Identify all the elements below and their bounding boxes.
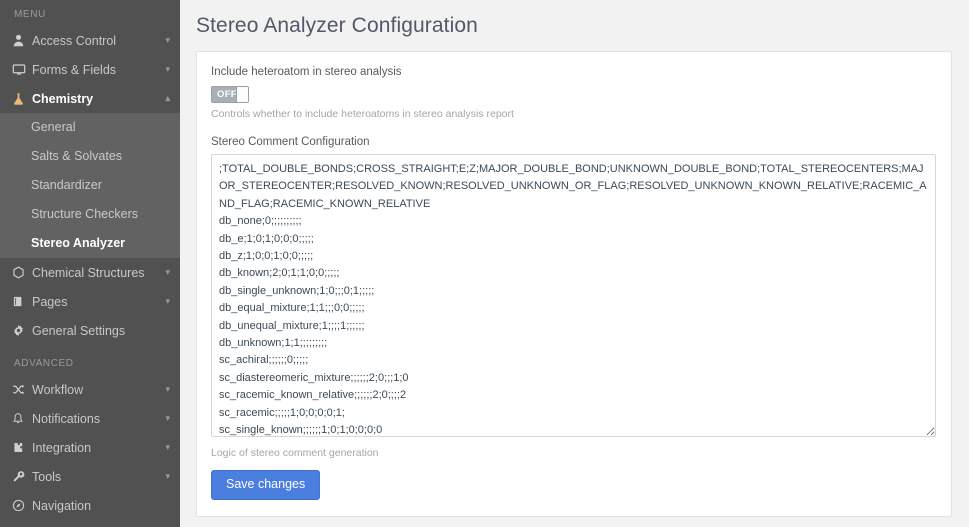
sidebar-item-label: Access Control — [32, 34, 160, 48]
gear-icon — [12, 324, 32, 337]
stereo-comment-textarea-wrapper — [211, 154, 937, 442]
sidebar-item-label: Pages — [32, 295, 160, 309]
sidebar-item-label: Chemistry — [32, 92, 160, 106]
chevron-down-icon: ▾ — [160, 297, 170, 306]
heteroatom-toggle[interactable]: OFF — [211, 86, 249, 103]
toggle-state-label: OFF — [212, 89, 237, 100]
sidebar-item-navigation[interactable]: Navigation — [0, 491, 180, 520]
sidebar-menu-caption: MENU — [0, 0, 180, 26]
sidebar-item-notifications[interactable]: Notifications ▾ — [0, 404, 180, 433]
user-icon — [12, 34, 32, 47]
sidebar-advanced-caption: ADVANCED — [0, 345, 180, 375]
heteroatom-field-group: Include heteroatom in stereo analysis OF… — [211, 66, 937, 120]
sidebar-item-chemistry[interactable]: Chemistry ▴ — [0, 84, 180, 113]
sidebar-item-workflow[interactable]: Workflow ▾ — [0, 375, 180, 404]
sidebar-subitem-stereo-analyzer[interactable]: Stereo Analyzer — [0, 229, 180, 258]
sidebar-item-general-settings[interactable]: General Settings — [0, 316, 180, 345]
sidebar-item-label: Chemical Structures — [32, 266, 160, 280]
flask-icon — [12, 92, 32, 106]
stereo-comment-label: Stereo Comment Configuration — [211, 136, 937, 148]
sidebar-subitem-salts-solvates[interactable]: Salts & Solvates — [0, 142, 180, 171]
chevron-down-icon: ▾ — [160, 268, 170, 277]
wrench-icon — [12, 470, 32, 483]
main-content: Stereo Analyzer Configuration Include he… — [180, 0, 969, 527]
heteroatom-label: Include heteroatom in stereo analysis — [211, 66, 937, 78]
chevron-down-icon: ▾ — [160, 414, 170, 423]
stereo-comment-help-text: Logic of stereo comment generation — [211, 447, 937, 459]
chevron-down-icon: ▾ — [160, 472, 170, 481]
sidebar-item-tools[interactable]: Tools ▾ — [0, 462, 180, 491]
save-changes-button[interactable]: Save changes — [211, 470, 320, 500]
sidebar-item-chemical-structures[interactable]: Chemical Structures ▾ — [0, 258, 180, 287]
chemistry-submenu: General Salts & Solvates Standardizer St… — [0, 113, 180, 258]
config-panel: Include heteroatom in stereo analysis OF… — [196, 51, 952, 517]
bell-icon — [12, 412, 32, 425]
app-root: MENU Access Control ▾ Forms & Fields ▾ C… — [0, 0, 969, 527]
page-title: Stereo Analyzer Configuration — [180, 0, 969, 38]
heteroatom-help-text: Controls whether to include heteroatoms … — [211, 108, 937, 120]
sidebar-item-label: Notifications — [32, 412, 160, 426]
chevron-down-icon: ▾ — [160, 443, 170, 452]
sidebar-item-integration[interactable]: Integration ▾ — [0, 433, 180, 462]
sidebar-item-forms-fields[interactable]: Forms & Fields ▾ — [0, 55, 180, 84]
sidebar-item-label: Forms & Fields — [32, 63, 160, 77]
stereo-comment-input[interactable] — [211, 154, 936, 437]
shuffle-icon — [12, 383, 32, 396]
sidebar-subitem-structure-checkers[interactable]: Structure Checkers — [0, 200, 180, 229]
sidebar-item-access-control[interactable]: Access Control ▾ — [0, 26, 180, 55]
chevron-up-icon: ▴ — [160, 94, 170, 103]
compass-icon — [12, 499, 32, 512]
book-icon — [12, 295, 32, 308]
sidebar: MENU Access Control ▾ Forms & Fields ▾ C… — [0, 0, 180, 527]
sidebar-item-label: Tools — [32, 470, 160, 484]
toggle-knob — [236, 87, 248, 102]
puzzle-icon — [12, 441, 32, 454]
cube-icon — [12, 266, 32, 279]
stereo-comment-field-group: Stereo Comment Configuration Logic of st… — [211, 136, 937, 459]
chevron-down-icon: ▾ — [160, 385, 170, 394]
sidebar-subitem-standardizer[interactable]: Standardizer — [0, 171, 180, 200]
sidebar-item-label: Integration — [32, 441, 160, 455]
sidebar-item-label: General Settings — [32, 324, 160, 338]
chevron-down-icon: ▾ — [160, 36, 170, 45]
sidebar-subitem-general[interactable]: General — [0, 113, 180, 142]
sidebar-item-label: Workflow — [32, 383, 160, 397]
chevron-down-icon: ▾ — [160, 65, 170, 74]
monitor-icon — [12, 63, 32, 76]
sidebar-item-pages[interactable]: Pages ▾ — [0, 287, 180, 316]
sidebar-item-label: Navigation — [32, 499, 160, 513]
